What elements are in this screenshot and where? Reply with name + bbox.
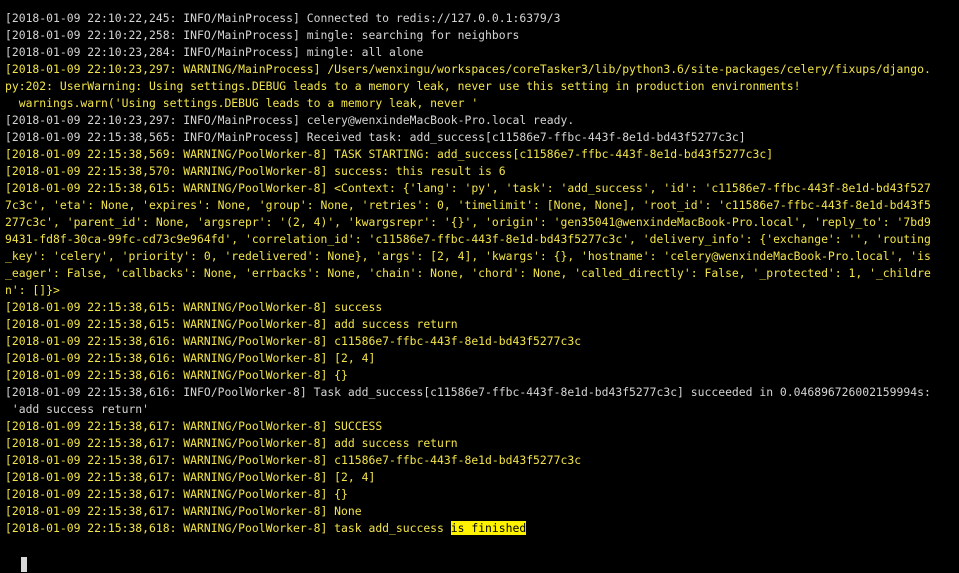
log-line-warning: [2018-01-09 22:15:38,617: WARNING/PoolWo… xyxy=(5,503,955,520)
log-line-text: [2018-01-09 22:15:38,616: WARNING/PoolWo… xyxy=(5,368,348,382)
log-line-warning: [2018-01-09 22:15:38,615: WARNING/PoolWo… xyxy=(5,299,955,316)
log-line-warning: warnings.warn('Using settings.DEBUG lead… xyxy=(5,95,955,112)
log-line-text: [2018-01-09 22:10:23,284: INFO/MainProce… xyxy=(5,45,424,59)
log-line-text: [2018-01-09 22:15:38,615: WARNING/PoolWo… xyxy=(5,181,931,195)
log-line-warning: [2018-01-09 22:15:38,618: WARNING/PoolWo… xyxy=(5,520,955,537)
log-line-text: [2018-01-09 22:15:38,569: WARNING/PoolWo… xyxy=(5,147,774,161)
log-line-text: [2018-01-09 22:15:38,617: WARNING/PoolWo… xyxy=(5,436,458,450)
log-line-text: [2018-01-09 22:10:23,297: WARNING/MainPr… xyxy=(5,62,931,76)
log-line-text: [2018-01-09 22:15:38,565: INFO/MainProce… xyxy=(5,130,746,144)
log-line-text: [2018-01-09 22:15:38,617: WARNING/PoolWo… xyxy=(5,419,383,433)
log-line-text: [2018-01-09 22:15:38,617: WARNING/PoolWo… xyxy=(5,487,348,501)
log-line-warning: n': []}> xyxy=(5,282,955,299)
log-line-warning: [2018-01-09 22:15:38,617: WARNING/PoolWo… xyxy=(5,452,955,469)
block-cursor-icon xyxy=(21,556,27,572)
log-line-text: n': []}> xyxy=(5,283,60,297)
log-line-text: 7c3c', 'eta': None, 'expires': None, 'gr… xyxy=(5,198,931,212)
log-line-text: [2018-01-09 22:15:38,615: WARNING/PoolWo… xyxy=(5,300,383,314)
log-line-info: [2018-01-09 22:10:22,245: INFO/MainProce… xyxy=(5,10,955,27)
log-line-warning: [2018-01-09 22:15:38,570: WARNING/PoolWo… xyxy=(5,163,955,180)
log-line-text: [2018-01-09 22:10:22,258: INFO/MainProce… xyxy=(5,28,520,42)
log-line-info: [2018-01-09 22:15:38,616: INFO/PoolWorke… xyxy=(5,384,955,401)
log-line-warning: py:202: UserWarning: Using settings.DEBU… xyxy=(5,78,955,95)
log-line-info: [2018-01-09 22:10:22,258: INFO/MainProce… xyxy=(5,27,955,44)
prompt-line[interactable] xyxy=(5,537,27,572)
log-line-warning: [2018-01-09 22:15:38,616: WARNING/PoolWo… xyxy=(5,367,955,384)
log-line-text: 9431-fd8f-30ca-99fc-cd73c9e964fd', 'corr… xyxy=(5,232,931,246)
log-line-text: [2018-01-09 22:10:23,297: INFO/MainProce… xyxy=(5,113,575,127)
log-line-text: py:202: UserWarning: Using settings.DEBU… xyxy=(5,79,801,93)
log-line-text: [2018-01-09 22:15:38,617: WARNING/PoolWo… xyxy=(5,470,376,484)
log-line-info: [2018-01-09 22:10:23,297: INFO/MainProce… xyxy=(5,112,955,129)
log-line-info: [2018-01-09 22:10:23,284: INFO/MainProce… xyxy=(5,44,955,61)
log-line-text: [2018-01-09 22:10:22,245: INFO/MainProce… xyxy=(5,11,561,25)
log-line-text: [2018-01-09 22:15:38,570: WARNING/PoolWo… xyxy=(5,164,506,178)
log-line-text: [2018-01-09 22:15:38,617: WARNING/PoolWo… xyxy=(5,504,362,518)
log-line-warning: [2018-01-09 22:15:38,615: WARNING/PoolWo… xyxy=(5,180,955,197)
log-line-warning: 277c3c', 'parent_id': None, 'argsrepr': … xyxy=(5,214,955,231)
log-line-warning: [2018-01-09 22:15:38,617: WARNING/PoolWo… xyxy=(5,486,955,503)
log-line-warning: _key': 'celery', 'priority': 0, 'redeliv… xyxy=(5,248,955,265)
log-line-text: [2018-01-09 22:15:38,616: INFO/PoolWorke… xyxy=(5,385,931,399)
log-line-info: [2018-01-09 22:15:38,565: INFO/MainProce… xyxy=(5,129,955,146)
log-line-text: 277c3c', 'parent_id': None, 'argsrepr': … xyxy=(5,215,931,229)
log-line-warning: 7c3c', 'eta': None, 'expires': None, 'gr… xyxy=(5,197,955,214)
log-line-text: [2018-01-09 22:15:38,617: WARNING/PoolWo… xyxy=(5,453,582,467)
search-highlight: is finished xyxy=(450,521,527,535)
log-line-text: 'add success return' xyxy=(5,402,150,416)
log-line-warning: 9431-fd8f-30ca-99fc-cd73c9e964fd', 'corr… xyxy=(5,231,955,248)
log-output: [2018-01-09 22:10:22,245: INFO/MainProce… xyxy=(5,10,955,537)
log-line-warning: [2018-01-09 22:15:38,615: WARNING/PoolWo… xyxy=(5,316,955,333)
log-line-text: warnings.warn('Using settings.DEBUG lead… xyxy=(5,96,479,110)
terminal-window[interactable]: [2018-01-09 22:10:22,245: INFO/MainProce… xyxy=(0,0,959,573)
log-line-text: [2018-01-09 22:15:38,618: WARNING/PoolWo… xyxy=(5,521,451,535)
log-line-warning: [2018-01-09 22:15:38,616: WARNING/PoolWo… xyxy=(5,350,955,367)
log-line-text: [2018-01-09 22:15:38,616: WARNING/PoolWo… xyxy=(5,334,582,348)
log-line-warning: [2018-01-09 22:15:38,617: WARNING/PoolWo… xyxy=(5,469,955,486)
log-line-warning: [2018-01-09 22:10:23,297: WARNING/MainPr… xyxy=(5,61,955,78)
log-line-warning: [2018-01-09 22:15:38,617: WARNING/PoolWo… xyxy=(5,418,955,435)
log-line-warning: [2018-01-09 22:15:38,569: WARNING/PoolWo… xyxy=(5,146,955,163)
log-line-warning: [2018-01-09 22:15:38,617: WARNING/PoolWo… xyxy=(5,435,955,452)
log-line-text: _key': 'celery', 'priority': 0, 'redeliv… xyxy=(5,249,931,263)
log-line-text: _eager': False, 'callbacks': None, 'errb… xyxy=(5,266,931,280)
log-line-warning: _eager': False, 'callbacks': None, 'errb… xyxy=(5,265,955,282)
log-line-warning: [2018-01-09 22:15:38,616: WARNING/PoolWo… xyxy=(5,333,955,350)
log-line-text: [2018-01-09 22:15:38,616: WARNING/PoolWo… xyxy=(5,351,376,365)
log-line-text: [2018-01-09 22:15:38,615: WARNING/PoolWo… xyxy=(5,317,458,331)
log-line-info: 'add success return' xyxy=(5,401,955,418)
